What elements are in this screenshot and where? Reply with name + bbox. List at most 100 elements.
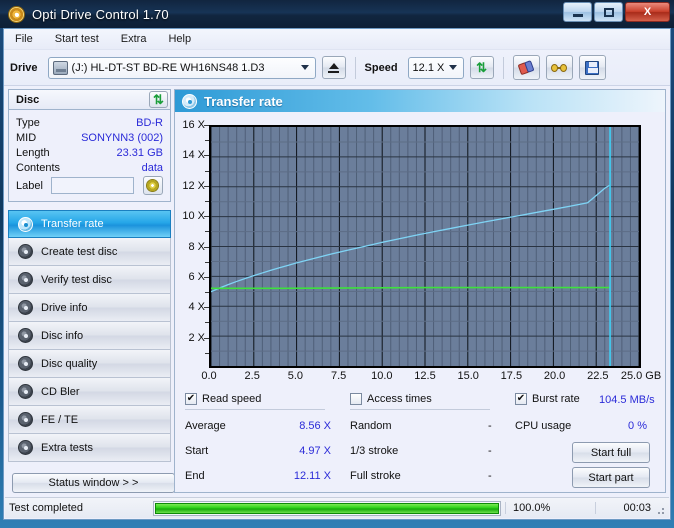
resize-grip-icon[interactable] [654, 504, 666, 516]
sidebar-item-drive-info[interactable]: Drive info [8, 294, 171, 322]
disc-icon [18, 356, 33, 371]
sidebar-item-cd-bler[interactable]: CD Bler [8, 378, 171, 406]
chart-x-tick-label: 0.0 [201, 370, 216, 382]
refresh-button[interactable]: ⇅ [470, 56, 494, 79]
disc-icon [18, 272, 33, 287]
chevron-down-icon [301, 65, 309, 70]
stat-random-value: - [488, 420, 492, 432]
sidebar-item-transfer-rate[interactable]: Transfer rate [8, 210, 171, 238]
disc-info-row-contents: Contents data [16, 160, 163, 175]
sidebar-item-extra-tests[interactable]: Extra tests [8, 434, 171, 462]
speed-label: Speed [365, 62, 398, 74]
menu-item-start-test[interactable]: Start test [52, 32, 102, 46]
disc-icon [18, 217, 33, 232]
chart-x-tick-label: 15.0 [457, 370, 478, 382]
checkbox-access-times-label: Access times [367, 393, 432, 405]
stat-cpu-label: CPU usage [515, 420, 571, 432]
checkbox-burst-rate-box[interactable]: ✔ [515, 393, 527, 405]
sidebar-item-disc-quality[interactable]: Disc quality [8, 350, 171, 378]
minimize-button[interactable] [563, 2, 592, 22]
stat-third-stroke-label: 1/3 stroke [350, 445, 398, 457]
disc-icon [18, 300, 33, 315]
stat-end-label: End [185, 470, 205, 482]
refresh-icon: ⇅ [153, 93, 164, 106]
chart-x-tick-label: 5.0 [288, 370, 303, 382]
checkbox-access-times[interactable]: Access times [350, 393, 432, 405]
refresh-icon: ⇅ [476, 61, 487, 74]
erase-button[interactable] [513, 55, 540, 80]
disc-icon [18, 440, 33, 455]
window-controls: X [563, 2, 670, 22]
client-area: File Start test Extra Help Drive (J:) HL… [3, 28, 671, 520]
checkbox-access-times-box[interactable] [350, 393, 362, 405]
disc-info-row-mid: MID SONYNN3 (002) [16, 130, 163, 145]
inspect-button[interactable] [546, 55, 573, 80]
chart-y-tick-label: 10 X [182, 210, 205, 222]
chart-x-axis-labels: 0.02.55.07.510.012.515.017.520.022.525.0… [175, 370, 665, 386]
eject-button[interactable] [322, 56, 346, 79]
start-part-button[interactable]: Start part [572, 467, 650, 488]
stat-full-stroke-label: Full stroke [350, 470, 401, 482]
close-button[interactable]: X [625, 2, 670, 22]
sidebar-item-verify-test-disc[interactable]: Verify test disc [8, 266, 171, 294]
menu-item-help[interactable]: Help [165, 32, 194, 46]
disc-icon [18, 412, 33, 427]
disc-icon [18, 384, 33, 399]
disc-info: Type BD-R MID SONYNN3 (002) Length 23.31… [8, 110, 171, 202]
disc-label-row: Label [16, 176, 163, 195]
sidebar-item-label: Verify test disc [41, 274, 112, 286]
checkbox-burst-rate[interactable]: ✔ Burst rate [515, 393, 580, 405]
chart-x-tick-label: 25.0 GB [621, 370, 661, 382]
stat-average-label: Average [185, 420, 226, 432]
maximize-button[interactable] [594, 2, 623, 22]
chart-y-tick-label: 14 X [182, 149, 205, 161]
progress-bar-fill [155, 503, 499, 514]
title-bar: Opti Drive Control 1.70 X [0, 0, 674, 28]
progress-bar [153, 501, 501, 516]
start-full-button[interactable]: Start full [572, 442, 650, 463]
drive-icon [53, 61, 68, 75]
checkbox-read-speed[interactable]: ✔ Read speed [185, 393, 261, 405]
page-title: Transfer rate [204, 94, 283, 109]
menu-bar: File Start test Extra Help [4, 29, 670, 50]
disc-mid-value: SONYNN3 (002) [81, 132, 163, 144]
close-icon: X [644, 6, 651, 18]
chart-x-tick-label: 22.5 [587, 370, 608, 382]
chart-options-row: ✔ Read speed Access times ✔ Burst rate 1… [175, 390, 665, 412]
sidebar-item-label: Disc quality [41, 358, 97, 370]
disc-length-value: 23.31 GB [117, 147, 163, 159]
save-button[interactable] [579, 55, 606, 80]
sidebar-item-create-test-disc[interactable]: Create test disc [8, 238, 171, 266]
chart-x-tick-label: 7.5 [331, 370, 346, 382]
speed-select[interactable]: 12.1 X [408, 57, 464, 79]
disc-icon [146, 179, 159, 192]
main-panel: Transfer rate Read speed RPM 2 X4 X6 X8 … [174, 89, 666, 493]
disc-label-button[interactable] [143, 176, 163, 195]
disc-icon [18, 244, 33, 259]
sidebar-item-disc-info[interactable]: Disc info [8, 322, 171, 350]
disc-label-input[interactable] [51, 177, 134, 194]
toolbar-separator-2 [503, 57, 504, 79]
chart-plot-area [209, 125, 641, 368]
status-text: Test completed [5, 502, 153, 514]
stat-random-label: Random [350, 420, 392, 432]
divider-2 [350, 409, 490, 410]
drive-select[interactable]: (J:) HL-DT-ST BD-RE WH16NS48 1.D3 [48, 57, 316, 79]
status-window-button[interactable]: Status window > > [12, 473, 175, 493]
speed-select-value: 12.1 X [413, 62, 445, 74]
stats-grid: Average 8.56 X Random - CPU usage 0 % St… [175, 416, 665, 492]
menu-item-extra[interactable]: Extra [118, 32, 150, 46]
menu-item-file[interactable]: File [12, 32, 36, 46]
chart-x-tick-label: 12.5 [414, 370, 435, 382]
stat-average-value: 8.56 X [287, 420, 331, 432]
window-title: Opti Drive Control 1.70 [32, 7, 169, 22]
checkbox-read-speed-box[interactable]: ✔ [185, 393, 197, 405]
disc-refresh-button[interactable]: ⇅ [149, 91, 168, 108]
stat-start-value: 4.97 X [287, 445, 331, 457]
disc-icon [182, 94, 197, 109]
chart-y-tick-label: 16 X [182, 119, 205, 131]
main-panel-header: Transfer rate [175, 90, 665, 112]
chart-x-tick-label: 17.5 [501, 370, 522, 382]
toolbar-separator-1 [355, 57, 356, 79]
sidebar-item-fe-te[interactable]: FE / TE [8, 406, 171, 434]
